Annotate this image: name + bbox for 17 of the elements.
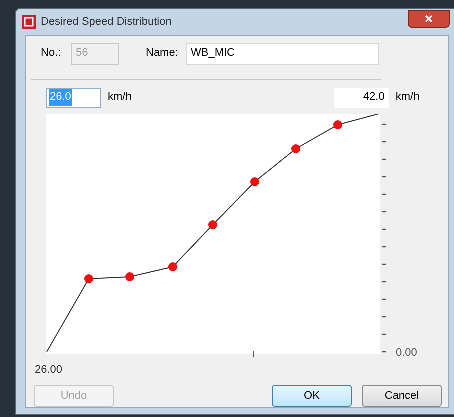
close-button[interactable] [408, 10, 450, 28]
default-button[interactable]: OK [272, 385, 352, 407]
center-tick [253, 350, 255, 356]
field-label: No.: [41, 46, 62, 62]
unit-label: km/h [396, 90, 420, 106]
close-icon [425, 15, 433, 23]
window-title: Desired Speed Distribution [41, 14, 172, 30]
name-field[interactable]: WB_MIC [186, 42, 379, 64]
dialog-button[interactable]: Cancel [362, 385, 442, 407]
field-value: 26.0 [49, 89, 72, 106]
to-speed-field[interactable]: 42.0 [334, 88, 389, 108]
field-label: Name: [146, 46, 180, 62]
axis-label: 0.00 [396, 346, 418, 362]
axis-label: 26.00 [35, 362, 64, 378]
field-value: 42.0 [362, 90, 386, 106]
unit-label: km/h [108, 90, 132, 106]
app-icon [22, 14, 36, 29]
